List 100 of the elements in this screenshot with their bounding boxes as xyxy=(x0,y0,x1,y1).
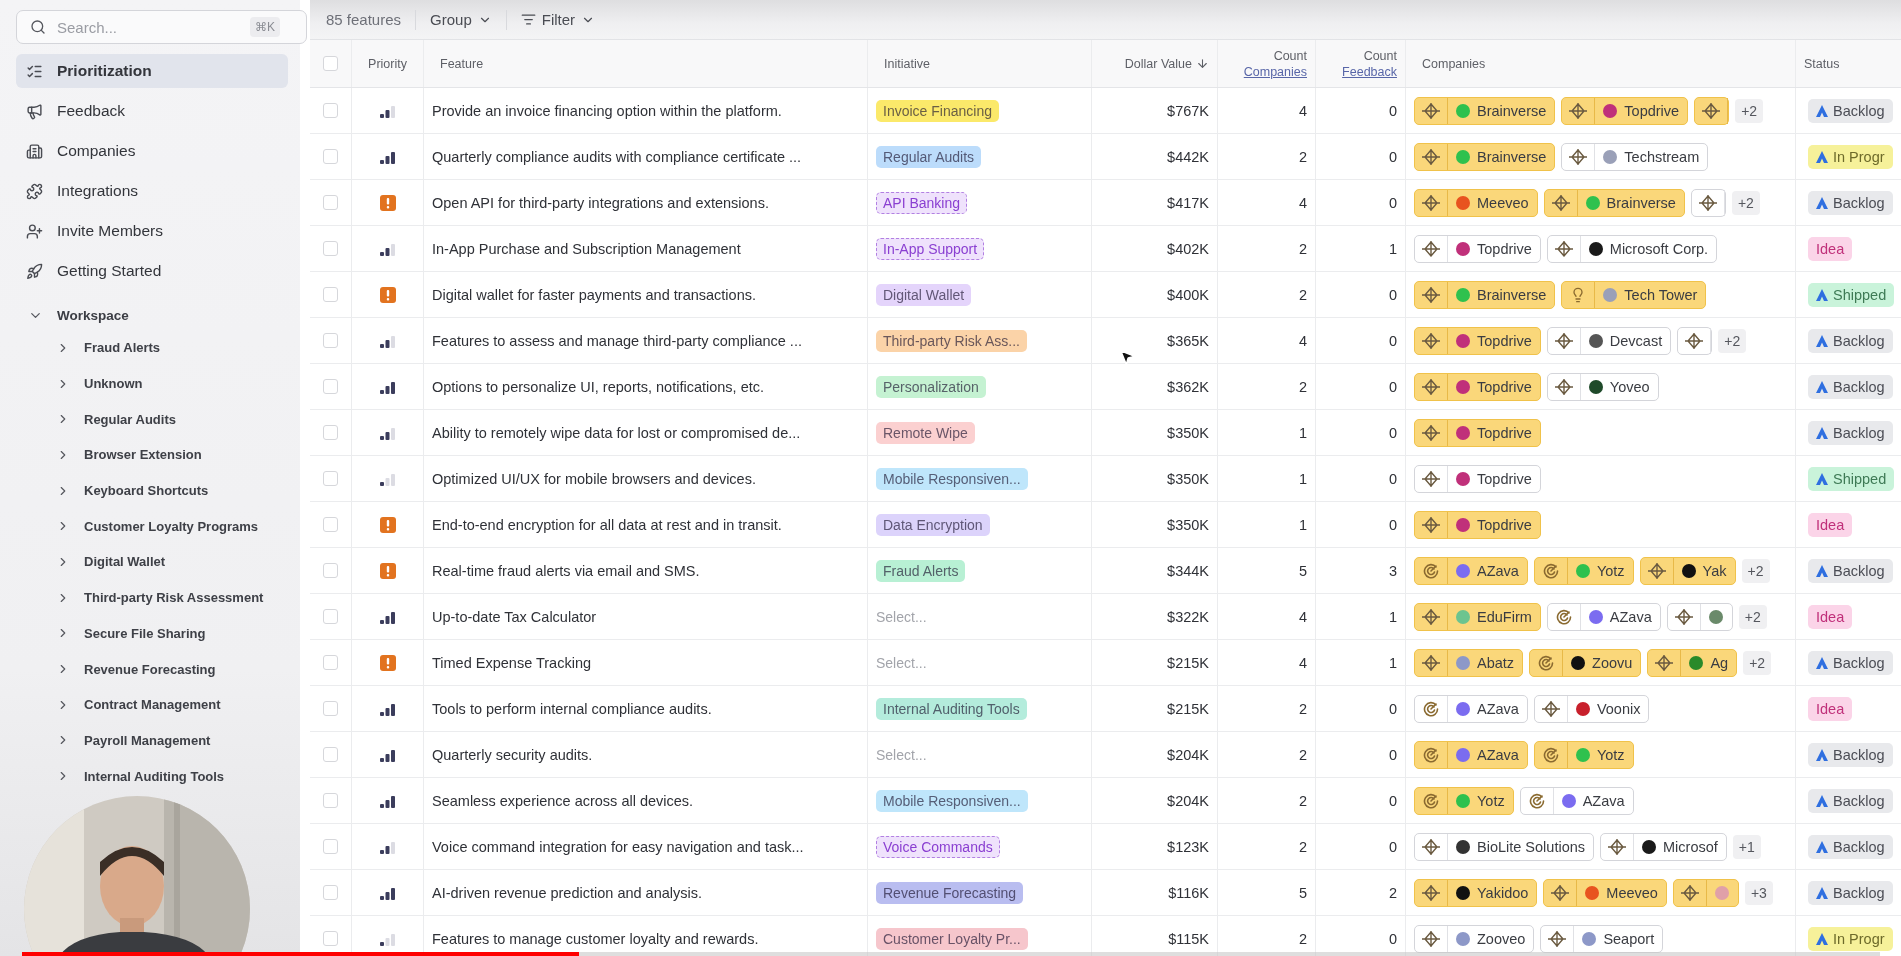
company-chip[interactable]: Yotz xyxy=(1533,556,1634,585)
checkbox[interactable] xyxy=(323,195,338,210)
company-chip[interactable]: Topdrive xyxy=(1414,510,1541,539)
column-header[interactable]: Status xyxy=(1804,56,1840,71)
status-tag[interactable]: Backlog xyxy=(1808,328,1893,353)
company-chip[interactable]: Brainverse xyxy=(1414,142,1556,171)
checkbox[interactable] xyxy=(323,149,338,164)
status-tag[interactable]: In Progr xyxy=(1808,144,1893,169)
tree-item[interactable]: Secure File Sharing xyxy=(16,615,288,652)
tree-item[interactable]: Digital Wallet xyxy=(16,544,288,580)
checkbox[interactable] xyxy=(323,425,338,440)
checkbox[interactable] xyxy=(323,655,338,670)
more-count[interactable]: +1 xyxy=(1732,834,1761,859)
initiative-tag[interactable]: Revenue Forecasting xyxy=(876,881,1024,904)
company-chip[interactable]: Topdrive xyxy=(1414,372,1541,401)
company-chip[interactable]: Yoveo xyxy=(1546,372,1659,401)
more-count[interactable]: +2 xyxy=(1731,190,1760,215)
feature-title[interactable]: Provide an invoice financing option within the platform. xyxy=(432,102,782,119)
company-chip[interactable]: Ag xyxy=(1647,648,1738,677)
feature-title[interactable]: Voice command integration for easy navigation and task... xyxy=(432,838,804,855)
initiative-tag[interactable]: Data Encryption xyxy=(876,513,990,536)
company-chip[interactable] xyxy=(1677,326,1713,355)
status-tag[interactable]: Shipped xyxy=(1808,466,1895,491)
checkbox[interactable] xyxy=(323,103,338,118)
company-chip[interactable]: Zoovu xyxy=(1529,648,1642,677)
company-chip[interactable]: Topdrive xyxy=(1414,464,1541,493)
status-tag[interactable]: Backlog xyxy=(1808,98,1893,123)
column-header[interactable]: Feature xyxy=(432,56,484,71)
more-count[interactable]: +3 xyxy=(1744,880,1773,905)
checkbox[interactable] xyxy=(323,885,338,900)
company-chip[interactable]: Yotz xyxy=(1533,740,1634,769)
status-tag[interactable]: Backlog xyxy=(1808,558,1893,583)
company-chip[interactable]: Techstream xyxy=(1561,142,1709,171)
nav-item[interactable]: Getting Started xyxy=(16,254,288,288)
feature-title[interactable]: Up-to-date Tax Calculator xyxy=(432,608,597,625)
company-chip[interactable]: Yak xyxy=(1639,556,1736,585)
company-chip[interactable]: Topdrive xyxy=(1414,418,1541,447)
feature-title[interactable]: Quarterly security audits. xyxy=(432,746,593,763)
status-tag[interactable]: Idea xyxy=(1808,696,1853,721)
initiative-tag[interactable]: Mobile Responsiven... xyxy=(876,467,1028,490)
company-chip[interactable]: AZava xyxy=(1414,556,1528,585)
column-header[interactable]: Count Feedback xyxy=(1342,48,1397,79)
tree-item[interactable]: Revenue Forecasting xyxy=(16,651,288,687)
nav-item[interactable]: Integrations xyxy=(16,174,288,208)
checkbox[interactable] xyxy=(323,609,338,624)
tree-item[interactable]: Payroll Management xyxy=(16,722,288,759)
column-header[interactable]: Priority xyxy=(368,56,407,71)
company-chip[interactable]: Topdrive xyxy=(1414,234,1541,263)
status-tag[interactable]: Backlog xyxy=(1808,742,1893,767)
more-count[interactable]: +2 xyxy=(1743,650,1772,675)
nav-item[interactable]: Companies xyxy=(16,134,288,168)
feature-title[interactable]: Seamless experience across all devices. xyxy=(432,792,694,809)
more-count[interactable]: +2 xyxy=(1735,98,1764,123)
checkbox[interactable] xyxy=(323,517,338,532)
company-chip[interactable]: Tech Tower xyxy=(1561,280,1707,309)
company-chip[interactable]: AZava xyxy=(1546,602,1661,631)
company-chip[interactable]: Voonix xyxy=(1533,694,1650,723)
more-count[interactable]: +2 xyxy=(1718,328,1747,353)
status-tag[interactable]: Backlog xyxy=(1808,788,1893,813)
checkbox[interactable] xyxy=(323,56,338,71)
more-count[interactable]: +2 xyxy=(1738,604,1767,629)
tree-item[interactable]: Contract Management xyxy=(16,686,288,723)
initiative-tag[interactable]: Internal Auditing Tools xyxy=(876,697,1027,720)
feature-title[interactable]: AI-driven revenue prediction and analysis. xyxy=(432,884,702,901)
checkbox[interactable] xyxy=(323,747,338,762)
checkbox[interactable] xyxy=(323,931,338,946)
company-chip[interactable] xyxy=(1694,96,1730,125)
initiative-tag[interactable]: Personalization xyxy=(876,375,986,398)
company-chip[interactable]: AZava xyxy=(1414,694,1528,723)
status-tag[interactable]: Idea xyxy=(1808,236,1853,261)
feature-title[interactable]: Options to personalize UI, reports, notifications, etc. xyxy=(432,378,765,395)
workspace-toggle[interactable]: Workspace xyxy=(16,300,288,330)
status-tag[interactable]: In Progr xyxy=(1808,926,1893,951)
initiative-tag[interactable]: Third-party Risk Ass... xyxy=(876,329,1027,352)
initiative-tag[interactable]: In-App Support xyxy=(876,237,985,260)
checkbox[interactable] xyxy=(323,287,338,302)
filter-button[interactable]: Filter xyxy=(505,9,610,30)
checkbox[interactable] xyxy=(323,333,338,348)
more-count[interactable]: +2 xyxy=(1741,558,1770,583)
tree-item[interactable]: Third-party Risk Assessment xyxy=(16,579,288,616)
initiative-tag[interactable]: Voice Commands xyxy=(876,835,1000,858)
initiative-tag[interactable]: Invoice Financing xyxy=(876,99,999,122)
company-chip[interactable]: Microsof xyxy=(1600,832,1727,861)
status-tag[interactable]: Shipped xyxy=(1808,282,1895,307)
company-chip[interactable]: BioLite Solutions xyxy=(1414,832,1594,861)
company-chip[interactable]: AZava xyxy=(1519,786,1634,815)
checkbox[interactable] xyxy=(323,379,338,394)
feature-title[interactable]: Quarterly compliance audits with compliance certificate ... xyxy=(432,148,802,165)
company-chip[interactable]: Topdrive xyxy=(1561,96,1689,125)
initiative-tag[interactable]: API Banking xyxy=(876,191,968,214)
tree-item[interactable]: Fraud Alerts xyxy=(16,330,288,366)
checkbox[interactable] xyxy=(323,793,338,808)
company-chip[interactable]: Topdrive xyxy=(1414,326,1541,355)
feature-title[interactable]: Open API for third-party integrations and extensions. xyxy=(432,194,769,211)
company-chip[interactable]: Meeveo xyxy=(1543,878,1667,907)
feature-title[interactable]: Tools to perform internal compliance audits. xyxy=(432,700,712,717)
checkbox[interactable] xyxy=(323,241,338,256)
feature-title[interactable]: Digital wallet for faster payments and transactions. xyxy=(432,286,756,303)
checkbox[interactable] xyxy=(323,471,338,486)
tree-item[interactable]: Unknown xyxy=(16,365,288,402)
